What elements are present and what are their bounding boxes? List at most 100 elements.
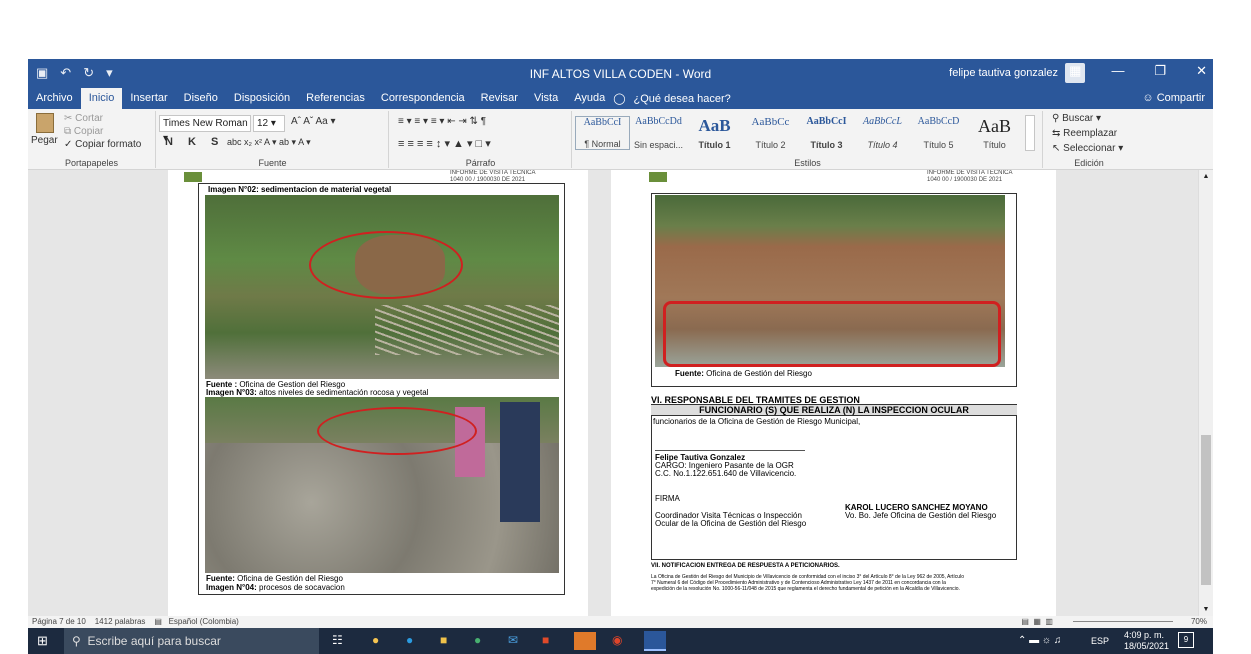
caption-02: Imagen N°02: sedimentacion de material v… — [208, 185, 392, 194]
document-area: INFORME DE VISITA TÉCNICA 1040 00 / 1900… — [28, 170, 1198, 616]
word-count[interactable]: 1412 palabras — [95, 617, 146, 626]
close-icon[interactable]: ✕ — [1196, 63, 1207, 79]
style-heading-4[interactable]: AaBbCcL Título 4 — [855, 116, 910, 150]
tab-archivo[interactable]: Archivo — [28, 88, 81, 109]
style-heading-5[interactable]: AaBbCcD Título 5 — [911, 116, 966, 150]
status-bar: Página 7 de 10 1412 palabras ▤ Español (… — [28, 616, 1213, 628]
paragraph-label: Párrafo — [465, 158, 496, 168]
app-icon-1[interactable]: ● — [372, 633, 379, 647]
bold-italic-underline-icons[interactable]: N K S — [165, 136, 224, 148]
office-icon[interactable]: ■ — [542, 633, 549, 647]
style-heading-1[interactable]: AaB Título 1 — [687, 116, 742, 150]
notification-center-icon[interactable]: 9 — [1178, 632, 1194, 648]
cut-button[interactable]: ✂ Cortar — [64, 113, 103, 124]
paragraph-group: ≡ ▾ ≡ ▾ ≡ ▾ ⇤ ⇥ ⇅ ¶ ≡ ≡ ≡ ≡ ↕ ▾ ▲ ▾ □ ▾ … — [390, 111, 572, 168]
grow-font-icon[interactable]: Aˆ Aˇ Aa ▾ — [291, 116, 335, 127]
font-name-value: Times New Roman — [163, 118, 248, 129]
style-title[interactable]: AaB Título — [967, 116, 1022, 150]
page-left: INFORME DE VISITA TÉCNICA 1040 00 / 1900… — [168, 170, 588, 616]
copy-button[interactable]: ⧉ Copiar — [64, 126, 103, 137]
list-icons[interactable]: ≡ ▾ ≡ ▾ ≡ ▾ ⇤ ⇥ ⇅ ¶ — [398, 116, 486, 127]
style-heading-3[interactable]: AaBbCcI Título 3 — [799, 116, 854, 150]
tab-insertar[interactable]: Insertar — [122, 88, 175, 109]
style-no-spacing[interactable]: AaBbCcDd Sin espaci... — [631, 116, 686, 150]
proofing-icon[interactable]: ▤ — [154, 617, 162, 626]
view-icons[interactable]: ▤ ▦ ▥ — [1021, 616, 1053, 628]
edge-icon[interactable]: ● — [406, 633, 413, 647]
format-painter-button[interactable]: ✓ Copiar formato — [64, 139, 141, 150]
photo-vegetation — [205, 195, 559, 379]
styles-scroll[interactable] — [1025, 115, 1035, 151]
font-name-select[interactable]: Times New Roman ▾ — [159, 115, 251, 144]
taskbar-search-placeholder: Escribe aquí para buscar — [87, 634, 221, 648]
input-language[interactable]: ESP — [1091, 636, 1109, 646]
tab-correspondencia[interactable]: Correspondencia — [373, 88, 473, 109]
editing-label: Edición — [1074, 158, 1104, 168]
scroll-up-icon[interactable]: ▲ — [1200, 172, 1212, 181]
editing-group: ⚲ Buscar ▾ ⇆ Reemplazar ↖ Seleccionar ▾ … — [1044, 111, 1134, 168]
align-icons[interactable]: ≡ ≡ ≡ ≡ ↕ ▾ ▲ ▾ □ ▾ — [398, 137, 491, 150]
zoom-level[interactable]: 70% — [1191, 616, 1207, 628]
share-button[interactable]: ☺ Compartir — [1142, 88, 1205, 109]
style-name: ¶ Normal — [584, 139, 621, 149]
tab-ayuda[interactable]: Ayuda — [566, 88, 613, 109]
find-button[interactable]: ⚲ Buscar ▾ — [1052, 113, 1101, 124]
style-normal[interactable]: AaBbCcI ¶ Normal — [575, 116, 630, 150]
style-heading-2[interactable]: AaBbCc Título 2 — [743, 116, 798, 150]
tell-me-input[interactable]: ¿Qué desea hacer? — [634, 93, 731, 105]
highlight-rectangle — [663, 301, 1001, 367]
clock-date[interactable]: 18/05/2021 — [1124, 641, 1169, 651]
logo — [184, 172, 202, 182]
caption-label: Imagen N°03: — [206, 388, 257, 397]
select-button[interactable]: ↖ Seleccionar ▾ — [1052, 143, 1123, 154]
zoom-slider[interactable] — [1073, 621, 1173, 622]
format-icons[interactable]: abc x₂ x² A ▾ ab ▾ A ▾ — [227, 137, 311, 148]
notification-count: 9 — [1183, 635, 1189, 644]
windows-taskbar: ⊞ ⚲ Escribe aquí para buscar ☷ ● ● ■ ● ✉… — [28, 628, 1213, 654]
header-code: 1040 00 / 1900030 DE 2021 — [927, 177, 1003, 183]
style-preview: AaBbCcI — [806, 116, 847, 127]
clock-time[interactable]: 4:09 p. m. — [1124, 630, 1164, 640]
share-label: Compartir — [1156, 92, 1205, 104]
scroll-down-icon[interactable]: ▼ — [1200, 605, 1212, 614]
cursor-icon: ↖ — [1052, 143, 1061, 154]
copy-icon: ⧉ — [64, 126, 72, 137]
font-group: Times New Roman ▾ 12 ▾ Aˆ Aˇ Aa ▾ N K S … — [157, 111, 389, 168]
caption-label: Imagen N°04: — [206, 583, 257, 592]
tray-icons[interactable]: ⌃ ▬ ☼ ♫ — [1018, 635, 1061, 646]
paste-button[interactable]: Pegar — [31, 135, 58, 146]
replace-button[interactable]: ⇆ Reemplazar — [1052, 128, 1117, 139]
taskbar-search[interactable]: ⚲ Escribe aquí para buscar — [64, 628, 319, 654]
ribbon-display-icon[interactable]: ▦ — [1069, 63, 1081, 79]
tab-inicio[interactable]: Inicio — [80, 88, 123, 109]
language[interactable]: Español (Colombia) — [169, 617, 239, 626]
restore-icon[interactable]: ❐ — [1154, 63, 1166, 79]
page-count[interactable]: Página 7 de 10 — [32, 617, 86, 626]
signature-table — [651, 404, 1017, 560]
scroll-thumb[interactable] — [1201, 435, 1211, 585]
tab-diseno[interactable]: Diseño — [176, 88, 226, 109]
paste-icon[interactable] — [36, 113, 54, 133]
page-right: INFORME DE VISITA TÉCNICA 1040 00 / 1900… — [611, 170, 1056, 616]
user-name[interactable]: felipe tautiva gonzalez — [949, 67, 1058, 79]
tab-referencias[interactable]: Referencias — [298, 88, 373, 109]
tab-vista[interactable]: Vista — [526, 88, 566, 109]
chrome-icon[interactable]: ◉ — [612, 633, 622, 647]
minimize-icon[interactable]: — — [1111, 63, 1124, 79]
app-icon-3[interactable] — [574, 632, 596, 650]
mail-icon[interactable]: ✉ — [508, 633, 518, 647]
vertical-scrollbar[interactable]: ▲ ▼ — [1198, 170, 1213, 616]
font-size-select[interactable]: 12 ▾ — [253, 115, 285, 132]
highlight-ellipse — [309, 231, 463, 299]
select-label: Seleccionar — [1063, 143, 1116, 154]
firma-label: FIRMA — [655, 494, 680, 503]
task-view-icon[interactable]: ☷ — [332, 633, 343, 647]
windows-start-icon[interactable]: ⊞ — [37, 633, 48, 649]
official-id: C.C. No.1.122.651.640 de Villavicencio. — [655, 469, 797, 478]
folder-icon[interactable]: ■ — [440, 633, 447, 647]
tab-disposicion[interactable]: Disposición — [226, 88, 298, 109]
tab-revisar[interactable]: Revisar — [473, 88, 526, 109]
style-preview: AaBbCcD — [917, 116, 960, 127]
word-icon[interactable] — [644, 631, 666, 651]
app-icon-2[interactable]: ● — [474, 633, 481, 647]
